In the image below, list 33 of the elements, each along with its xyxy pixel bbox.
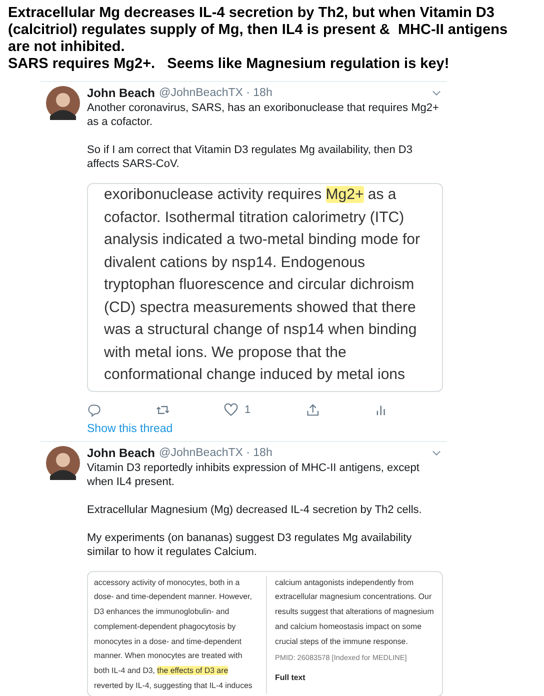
avatar[interactable]: [46, 446, 80, 480]
tweet-text: My experiments (on bananas) suggest D3 regulates Mg availability similar to how it regulates Calcium.: [87, 530, 413, 558]
avatar[interactable]: [46, 86, 80, 120]
author-name[interactable]: John Beach: [87, 446, 156, 460]
reply-icon[interactable]: [87, 402, 101, 416]
excerpt-line: was a structural change of nsp14 when binding: [104, 320, 418, 340]
quoted-image[interactable]: [87, 183, 443, 392]
excerpt-line: divalent cations by nsp14. Endogenous: [104, 252, 366, 272]
excerpt-line: conformational change induced by metal ions: [104, 365, 406, 385]
excerpt-line: (CD) spectra measurements showed that there: [104, 298, 417, 318]
excerpt-line: exoribonuclease activity requires Mg2+ as a: [104, 185, 398, 205]
excerpt-line: cofactor. Isothermal titration calorimetry (ITC): [104, 208, 406, 228]
author-handle: @JohnBeachTX · 18h: [159, 446, 272, 458]
tweet-text: Extracellular Magnesium (Mg) decreased IL-4 secretion by Th2 cells.: [87, 502, 423, 516]
tweet-text: So if I am correct that Vitamin D3 regulates Mg availability, then D3 affects SARS-CoV.: [87, 143, 414, 171]
chevron-icon[interactable]: [432, 90, 441, 96]
author-handle: @JohnBeachTX · 18h: [159, 87, 272, 99]
heading-line: Extracellular Mg decreases IL-4 secretion by Th2, but when Vitamin D3: [8, 5, 496, 22]
heading-line: are not inhibited.: [8, 39, 126, 56]
share-icon[interactable]: [306, 402, 320, 416]
excerpt-line: tryptophan fluorescence and circular dichroism: [104, 275, 416, 295]
excerpt-line: with metal ions. We propose that the: [104, 342, 348, 362]
heading-line: (calcitriol) regulates supply of Mg, then IL4 is present & MHC-II antigens: [8, 22, 509, 39]
tweet-text: Vitamin D3 reportedly inhibits expression of MHC-II antigens, except when IL4 present.: [87, 460, 420, 488]
heart-icon[interactable]: [224, 402, 238, 416]
like-count: 1: [244, 404, 251, 416]
excerpt-line: analysis indicated a two-metal binding mode for: [104, 230, 420, 250]
tweet-text: Another coronavirus, SARS, has an exoribonuclease that requires Mg2+ as a cofactor.: [87, 101, 440, 129]
author-name[interactable]: John Beach: [87, 86, 156, 100]
analytics-icon[interactable]: [374, 402, 388, 416]
heading-line: SARS requires Mg2+. Seems like Magnesium regulation is key!: [8, 56, 450, 73]
chevron-icon[interactable]: [432, 450, 441, 456]
quoted-image[interactable]: [87, 570, 443, 696]
